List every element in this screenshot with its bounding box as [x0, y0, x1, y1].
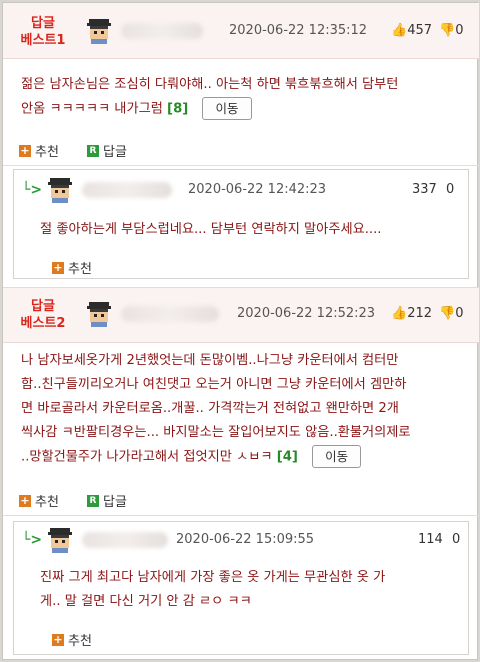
- comment-text: 젊은 남자손님은 조심히 다뤄야해.. 아는척 하면 붂흐붂흐해서 담부턴 안옴…: [21, 73, 461, 122]
- upvote-count: 212: [407, 306, 433, 321]
- best-badge-line2: 베스트2: [20, 316, 66, 331]
- thumb-down-icon: 👎: [439, 306, 456, 321]
- reply-r-icon: R: [87, 494, 99, 507]
- upvote-count: 337: [412, 182, 437, 197]
- thumb-up-icon: 👍: [391, 306, 408, 321]
- comment-panel: 답글 베스트1 2020-06-22 12:35:12 👍457 👎0 젊은 남…: [2, 2, 479, 660]
- upvote-button[interactable]: 337: [412, 182, 437, 197]
- reply-text: 절 좋아하는게 부담스럽네요... 담부턴 연락하지 말아주세요....: [40, 222, 382, 237]
- comment-date: 2020-06-22 12:52:23: [237, 306, 376, 321]
- comment-line: ..망할건물주가 나가라고해서 접엇지만 ㅅㅂㅋ: [21, 449, 273, 465]
- comment-header: 답글 베스트1 2020-06-22 12:35:12 👍457 👎0: [3, 3, 479, 59]
- reply-date: 2020-06-22 15:09:55: [176, 532, 315, 547]
- reply-line: 게.. 말 걸면 다신 거기 안 감 ㄹㅇ ㅋㅋ: [40, 594, 252, 609]
- move-button[interactable]: 이동: [202, 97, 252, 120]
- reply-arrow-icon: └>: [22, 182, 43, 198]
- reply-date: 2020-06-22 12:42:23: [188, 182, 327, 197]
- pixel-avatar-icon: [87, 302, 111, 327]
- username-blurred[interactable]: [82, 182, 172, 198]
- recommend-label: 추천: [35, 495, 59, 510]
- comment-header: 답글 베스트2 2020-06-22 12:52:23 👍212 👎0: [3, 287, 479, 343]
- pixel-avatar-icon: [48, 528, 72, 553]
- comment-line: 함..친구들끼리오거나 여친댓고 오는거 아니면 그냥 카운터에서 겜만하: [21, 377, 407, 392]
- reply-label: 답글: [103, 495, 127, 510]
- upvote-count: 114: [418, 532, 443, 547]
- plus-icon: +: [52, 260, 64, 274]
- thumb-up-icon: 👍: [391, 23, 408, 38]
- comment-line: 젊은 남자손님은 조심히 다뤄야해.. 아는척 하면 붂흐붂흐해서 담부턴: [21, 77, 399, 92]
- reply-line: 진짜 그게 최고다 남자에게 가장 좋은 옷 가게는 무관심한 옷 가: [40, 570, 386, 585]
- best-badge-line2: 베스트1: [20, 33, 66, 48]
- comment-line-last: ..망할건물주가 나가라고해서 접엇지만 ㅅㅂㅋ [4] 이동: [21, 445, 461, 470]
- downvote-count: 0: [446, 182, 455, 197]
- comment-line-last: 안옴 ㅋㅋㅋㅋㅋ 내가그럼 [8] 이동: [21, 97, 461, 122]
- pixel-avatar-icon: [48, 178, 72, 203]
- upvote-button[interactable]: 👍457: [391, 23, 432, 38]
- best-badge: 답글 베스트1: [15, 15, 71, 49]
- downvote-button[interactable]: 0: [452, 532, 460, 547]
- move-button[interactable]: 이동: [312, 445, 362, 468]
- reply-label: 답글: [103, 145, 127, 160]
- username-blurred[interactable]: [121, 23, 203, 39]
- username-blurred[interactable]: [82, 532, 168, 548]
- recommend-button[interactable]: + 추천: [52, 258, 92, 277]
- downvote-button[interactable]: 👎0: [439, 23, 463, 38]
- recommend-label: 추천: [68, 634, 92, 649]
- reply-count: [4]: [276, 449, 298, 465]
- reply-r-icon: R: [87, 144, 99, 157]
- thumb-down-icon: 👎: [439, 23, 456, 38]
- comment-line: 나 남자보세옷가게 2년했엇는데 돈많이벰..나그냥 카운터에서 컴터만: [21, 353, 399, 368]
- upvote-button[interactable]: 👍212: [391, 306, 432, 321]
- best-badge-line1: 답글: [31, 299, 55, 314]
- plus-icon: +: [19, 143, 31, 157]
- best-badge: 답글 베스트2: [15, 298, 71, 332]
- best-badge-line1: 답글: [31, 16, 55, 31]
- upvote-button[interactable]: 114: [418, 532, 443, 547]
- reply-text: 진짜 그게 최고다 남자에게 가장 좋은 옷 가게는 무관심한 옷 가 게.. …: [40, 566, 460, 614]
- comment-line: 씩사감 ㅋ반팔티경우는... 바지말소는 잘입어보지도 않음..환불거의제로: [21, 425, 411, 440]
- username-blurred[interactable]: [121, 306, 219, 322]
- upvote-count: 457: [407, 23, 433, 38]
- plus-icon: +: [52, 632, 64, 646]
- reply-comment: └> 2020-06-22 12:42:23 337 0 절 좋아하는게 부담스…: [13, 169, 469, 279]
- reply-button[interactable]: R 답글: [87, 141, 127, 160]
- pixel-avatar-icon: [87, 19, 111, 44]
- recommend-button[interactable]: + 추천: [52, 630, 92, 649]
- divider: [3, 515, 479, 516]
- reply-count: [8]: [167, 101, 189, 117]
- comment-line: 면 바로골라서 카운터로옴..개꿀.. 가격깍는거 전혀없고 왠만하면 2개: [21, 401, 399, 416]
- downvote-button[interactable]: 👎0: [439, 306, 463, 321]
- comment-date: 2020-06-22 12:35:12: [229, 23, 368, 38]
- reply-arrow-icon: └>: [22, 532, 43, 548]
- reply-button[interactable]: R 답글: [87, 491, 127, 510]
- reply-comment: └> 2020-06-22 15:09:55 114 0 진짜 그게 최고다 남…: [13, 521, 469, 655]
- divider: [3, 165, 479, 166]
- downvote-count: 0: [455, 23, 464, 38]
- comment-line: 안옴 ㅋㅋㅋㅋㅋ 내가그럼: [21, 101, 163, 117]
- recommend-button[interactable]: + 추천: [19, 141, 59, 160]
- recommend-button[interactable]: + 추천: [19, 491, 59, 510]
- comment-text: 나 남자보세옷가게 2년했엇는데 돈많이벰..나그냥 카운터에서 컴터만 함..…: [21, 349, 461, 470]
- downvote-count: 0: [452, 532, 461, 547]
- recommend-label: 추천: [68, 262, 92, 277]
- recommend-label: 추천: [35, 145, 59, 160]
- downvote-button[interactable]: 0: [446, 182, 454, 197]
- plus-icon: +: [19, 493, 31, 507]
- downvote-count: 0: [455, 306, 464, 321]
